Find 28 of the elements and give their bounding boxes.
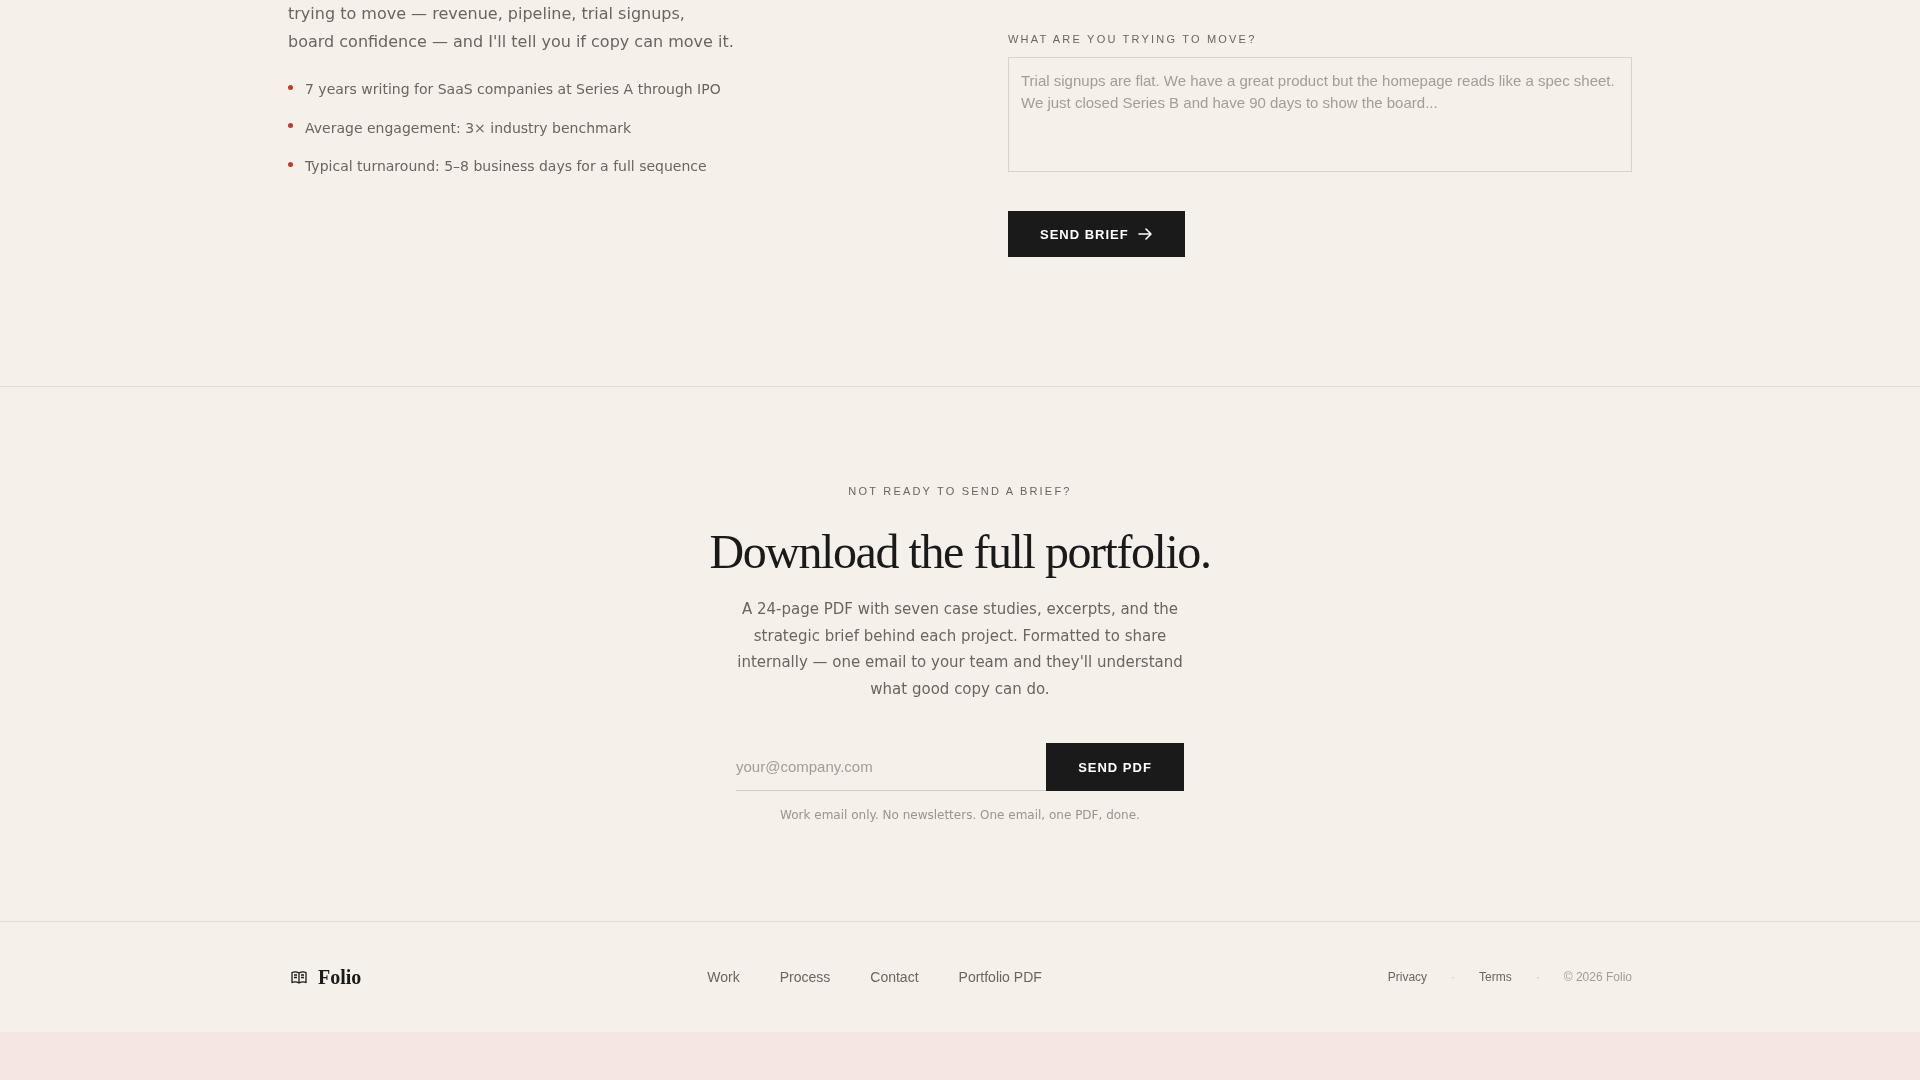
footer-nav-link[interactable]: Contact [870, 969, 919, 985]
bullet-dot-icon [288, 123, 293, 128]
field-label: WHAT ARE YOU TRYING TO MOVE? [1008, 32, 1257, 47]
message-field[interactable]: Trial signups are flat. We have a great product but the homepage reads like a spec sheet. We just closed Series B and have 90 days to show the board... [1008, 57, 1632, 172]
arrow-right-icon [1136, 226, 1153, 242]
separator-dot: · [1535, 970, 1540, 984]
note-text: Work email only. No newsletters. One email, one PDF, done. [780, 807, 1140, 824]
brand-name: Folio [318, 965, 362, 989]
fact-text: Average engagement: 3× industry benchmark [305, 118, 632, 138]
fact-text: 7 years writing for SaaS companies at Series A through IPO [305, 80, 721, 99]
footer-nav-link[interactable]: Portfolio PDF [958, 969, 1042, 985]
footer-nav-link[interactable]: Work [707, 969, 740, 985]
bullet-dot-icon [288, 84, 293, 90]
footer-link[interactable]: Privacy [1387, 970, 1428, 984]
footer-link[interactable]: Terms [1479, 970, 1512, 984]
email-field[interactable]: your@company.com [736, 743, 1046, 791]
bullet-dot-icon [288, 161, 293, 167]
description-text: A 24-page PDF with seven case studies, excerpts, and the strategic brief behind each project. Formatted to share internally — one email to your team and they'll understand what good copy can do. [736, 599, 1184, 700]
separator-dot: · [1451, 970, 1456, 984]
section-heading: Download the full portfolio. [709, 525, 1211, 578]
fact-text: Typical turnaround: 5–8 business days for a full sequence [305, 157, 707, 176]
send-brief-button[interactable]: SEND BRIEF [1008, 211, 1185, 257]
eyebrow-text: NOT READY TO SEND A BRIEF? [848, 484, 1072, 499]
copyright-text: © 2026 Folio [1563, 970, 1632, 984]
footer-nav-link[interactable]: Process [779, 969, 831, 985]
intro-paragraph: trying to move — revenue, pipeline, trial signups, board confidence — and I'll tell you if copy can move it. [288, 3, 735, 53]
book-icon [291, 969, 307, 985]
send-pdf-button[interactable]: SEND PDF [1046, 743, 1184, 791]
